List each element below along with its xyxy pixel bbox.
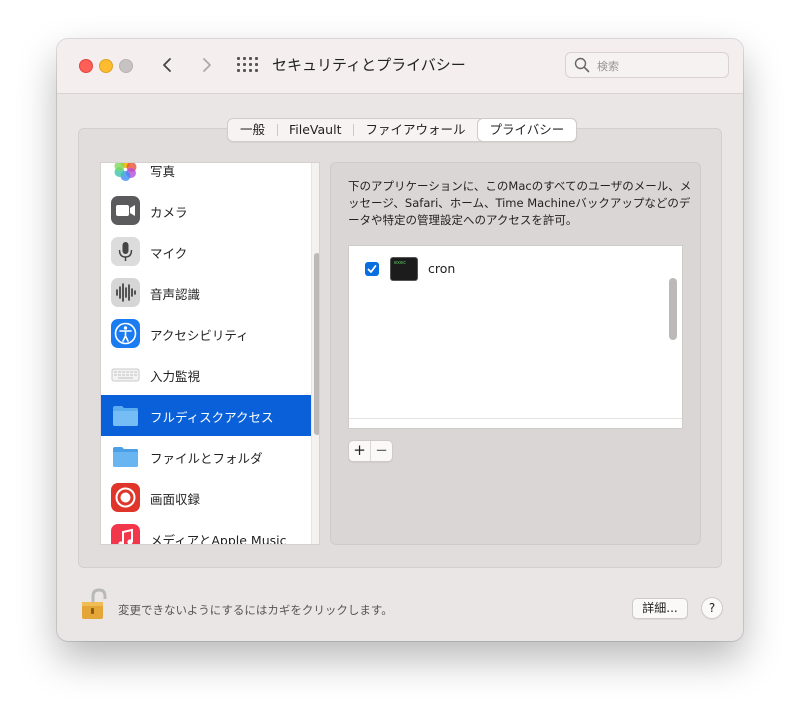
close-button[interactable] <box>79 59 93 73</box>
forward-chevron-icon[interactable] <box>195 54 217 76</box>
privacy-category-list: 写真 カメラ マイク 音声認識 アクセシビリティ 入力監視 フルディスクアクセス… <box>100 162 320 545</box>
sidebar-item-label: 画面収録 <box>150 492 201 507</box>
sidebar-item-microphone[interactable]: マイク <box>101 231 311 272</box>
sidebar-item-accessibility[interactable]: アクセシビリティ <box>101 313 311 354</box>
sidebar-item-label: 写真 <box>150 164 176 179</box>
back-chevron-icon[interactable] <box>157 54 179 76</box>
sidebar-item-screen-recording[interactable]: 画面収録 <box>101 477 311 518</box>
sidebar-scrollbar[interactable] <box>311 163 319 544</box>
sidebar-item-camera[interactable]: カメラ <box>101 190 311 231</box>
sidebar-item-label: アクセシビリティ <box>150 328 249 343</box>
app-list-scrollbar[interactable] <box>669 278 677 340</box>
keyboard-icon <box>111 360 140 389</box>
folder-icon <box>111 442 140 471</box>
sidebar-item-label: 音声認識 <box>150 287 201 302</box>
remove-app-button[interactable]: − <box>370 441 392 461</box>
title-bar: セキュリティとプライバシー 検索 <box>57 39 743 94</box>
advanced-details-button[interactable]: 詳細... <box>632 598 688 619</box>
app-name: cron <box>428 261 456 276</box>
lock-instruction-text: 変更できないようにするにはカギをクリックします。 <box>118 603 393 617</box>
search-placeholder: 検索 <box>597 60 619 73</box>
app-list: exec cron <box>348 245 683 429</box>
list-item[interactable]: exec cron <box>349 254 669 284</box>
show-all-grid-icon[interactable] <box>237 57 258 75</box>
sidebar-item-label: メディアとApple Music <box>150 533 287 545</box>
screen-recording-icon <box>111 483 140 512</box>
sidebar-item-speech-recognition[interactable]: 音声認識 <box>101 272 311 313</box>
zoom-button[interactable] <box>119 59 133 73</box>
sidebar-item-label: ファイルとフォルダ <box>150 451 263 466</box>
sidebar-item-label: 入力監視 <box>150 369 201 384</box>
list-divider <box>349 418 682 419</box>
preferences-window: セキュリティとプライバシー 検索 一般 FileVault ファイアウォール プ… <box>57 39 743 641</box>
tab-bar: 一般 FileVault ファイアウォール プライバシー <box>227 118 578 142</box>
music-icon <box>111 524 140 544</box>
sidebar-item-full-disk-access[interactable]: フルディスクアクセス <box>101 395 311 436</box>
sidebar-item-media-apple-music[interactable]: メディアとApple Music <box>101 518 311 545</box>
microphone-icon <box>111 237 140 266</box>
folder-icon <box>111 401 140 430</box>
add-remove-control: + − <box>348 440 393 462</box>
tab-general[interactable]: 一般 <box>228 119 277 141</box>
app-enable-checkbox[interactable] <box>365 262 379 276</box>
lock-icon[interactable] <box>79 587 111 621</box>
sidebar-item-files-and-folders[interactable]: ファイルとフォルダ <box>101 436 311 477</box>
sidebar-item-input-monitoring[interactable]: 入力監視 <box>101 354 311 395</box>
sidebar-item-photos[interactable]: 写真 <box>101 163 311 190</box>
permission-description: 下のアプリケーションに、このMacのすべてのユーザのメール、メッセージ、Safa… <box>348 179 692 227</box>
speech-recognition-icon <box>111 278 140 307</box>
sidebar-item-label: マイク <box>150 246 188 261</box>
minimize-button[interactable] <box>99 59 113 73</box>
terminal-exec-icon: exec <box>390 257 418 281</box>
help-button[interactable]: ? <box>701 597 723 619</box>
accessibility-icon <box>111 319 140 348</box>
tab-privacy[interactable]: プライバシー <box>477 119 577 141</box>
tab-filevault[interactable]: FileVault <box>277 119 353 141</box>
add-app-button[interactable]: + <box>349 441 370 461</box>
search-input[interactable]: 検索 <box>565 52 729 78</box>
window-title: セキュリティとプライバシー <box>272 56 466 74</box>
sidebar-item-label: カメラ <box>150 205 188 220</box>
tab-firewall[interactable]: ファイアウォール <box>353 119 477 141</box>
sidebar-scroll-thumb[interactable] <box>314 253 319 435</box>
search-icon <box>574 57 590 73</box>
photos-icon <box>111 163 140 184</box>
sidebar-item-label: フルディスクアクセス <box>150 410 274 425</box>
camera-icon <box>111 196 140 225</box>
detail-panel: 下のアプリケーションに、このMacのすべてのユーザのメール、メッセージ、Safa… <box>330 162 701 545</box>
